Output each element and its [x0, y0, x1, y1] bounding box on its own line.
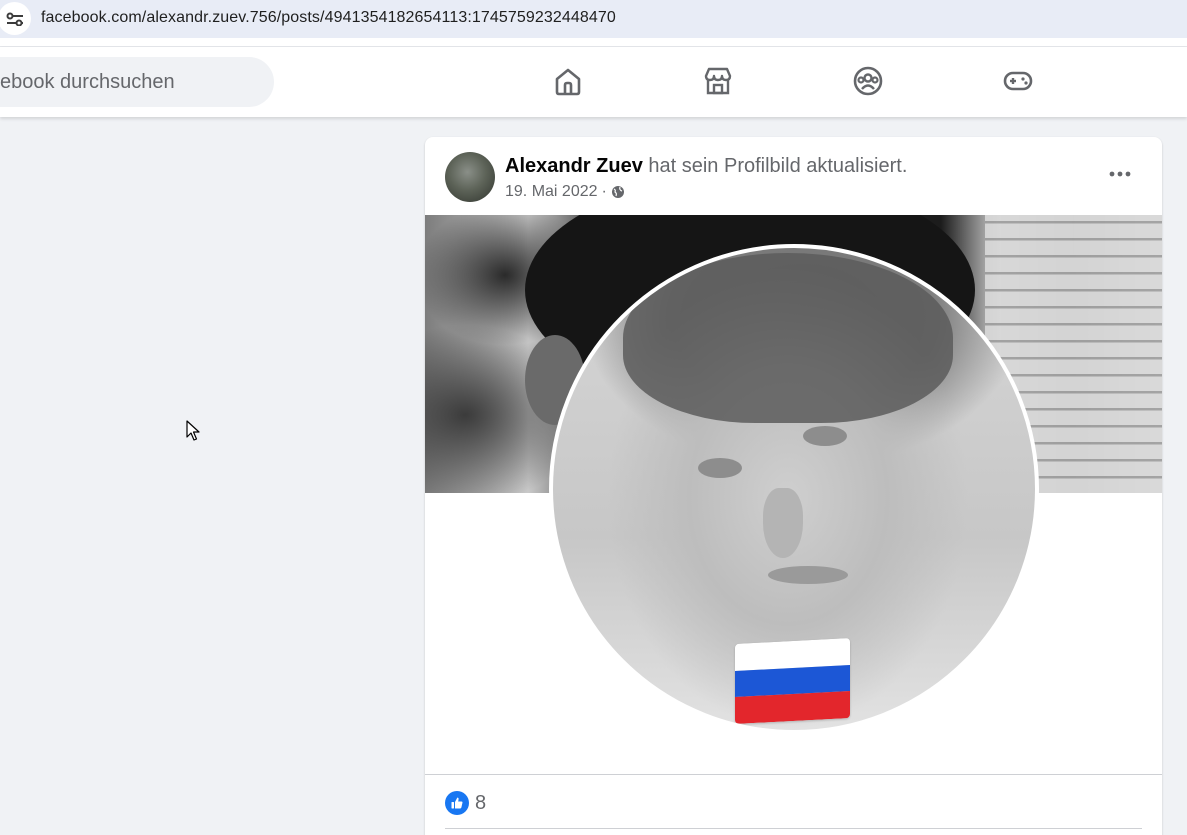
globe-icon[interactable]: [611, 185, 625, 199]
portrait-eye-left: [698, 458, 742, 478]
author-name[interactable]: Alexandr Zuev: [505, 155, 643, 177]
flag-stripe-red: [735, 691, 850, 725]
browser-separator: [0, 38, 1187, 47]
more-horizontal-icon: [1109, 171, 1131, 177]
portrait-hair: [623, 253, 953, 423]
top-navigation: ebook durchsuchen: [0, 47, 1187, 117]
gaming-icon[interactable]: [1000, 63, 1036, 99]
like-count: 8: [475, 791, 487, 814]
home-icon[interactable]: [550, 63, 586, 99]
browser-url-bar[interactable]: facebook.com/alexandr.zuev.756/posts/494…: [0, 0, 1187, 38]
post-header: Alexandr Zuev hat sein Profilbild aktual…: [505, 155, 907, 178]
russian-flag-icon: [735, 637, 850, 725]
groups-icon[interactable]: [850, 63, 886, 99]
like-icon: [445, 791, 469, 815]
divider: [445, 828, 1142, 829]
post-card: Alexandr Zuev hat sein Profilbild aktual…: [425, 137, 1162, 835]
post-action-text: hat sein Profilbild aktualisiert.: [642, 155, 908, 177]
more-options-button[interactable]: [1105, 159, 1135, 189]
search-input[interactable]: ebook durchsuchen: [0, 57, 274, 107]
portrait-eye-right: [803, 426, 847, 446]
post-date[interactable]: 19. Mai 2022: [505, 183, 598, 201]
portrait-mouth: [768, 566, 848, 584]
profile-picture[interactable]: [549, 244, 1039, 734]
author-avatar[interactable]: [445, 152, 495, 202]
reaction-summary[interactable]: 8: [445, 791, 486, 815]
mouse-cursor-icon: [186, 420, 202, 442]
site-settings-icon[interactable]: [0, 2, 31, 35]
marketplace-icon[interactable]: [700, 63, 736, 99]
post-meta: 19. Mai 2022 ·: [505, 183, 625, 201]
url-text[interactable]: facebook.com/alexandr.zuev.756/posts/494…: [41, 9, 616, 27]
portrait-nose: [763, 488, 803, 558]
meta-separator: ·: [601, 183, 607, 200]
search-placeholder: ebook durchsuchen: [0, 71, 175, 93]
divider: [425, 774, 1162, 775]
